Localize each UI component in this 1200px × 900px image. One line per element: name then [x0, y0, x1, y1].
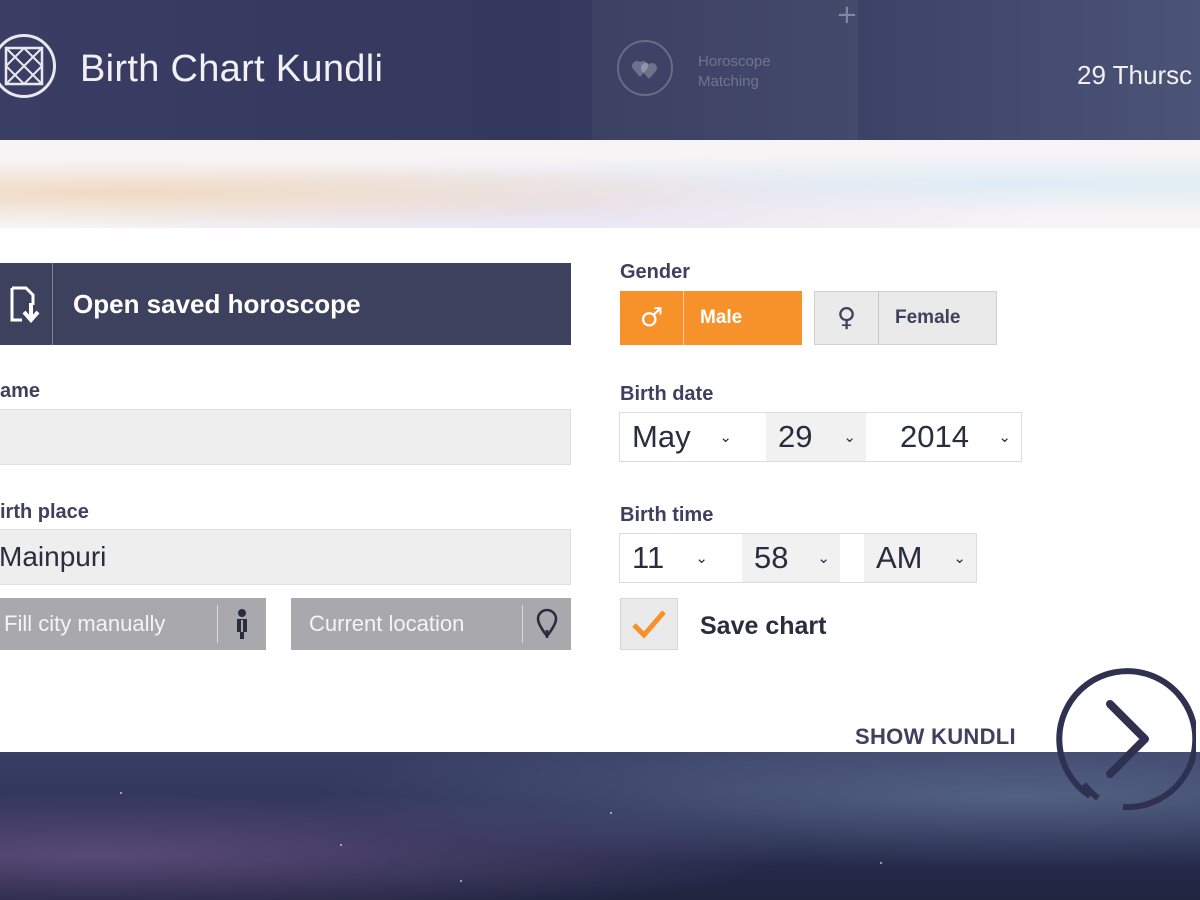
gender-label: Gender [620, 261, 691, 283]
hour-value: 11 [632, 540, 665, 575]
ampm-select[interactable]: AM ⌄ [864, 534, 976, 582]
hour-select[interactable]: 11 ⌄ [620, 534, 718, 582]
arrow-right-circle-icon [1056, 668, 1199, 811]
document-download-icon [0, 263, 53, 345]
fill-city-manually-button[interactable]: Fill city manually [0, 598, 266, 650]
decorative-banner [0, 140, 1200, 228]
ampm-value: AM [876, 540, 923, 575]
male-symbol-icon: ♂ [620, 291, 684, 345]
day-value: 29 [778, 419, 813, 454]
year-select[interactable]: 2014 ⌄ [888, 413, 1021, 461]
save-chart-label: Save chart [700, 612, 827, 640]
kundli-grid-icon [0, 34, 56, 98]
open-saved-horoscope-label: Open saved horoscope [73, 288, 361, 319]
hearts-icon[interactable] [617, 40, 673, 96]
month-value: May [632, 419, 691, 454]
month-select[interactable]: May ⌄ [620, 413, 742, 461]
open-saved-horoscope-button[interactable]: Open saved horoscope [0, 263, 571, 345]
birth-date-label: Birth date [620, 383, 714, 405]
birth-place-label: irth place [0, 501, 89, 523]
day-select[interactable]: 29 ⌄ [766, 413, 866, 461]
plus-icon[interactable]: + [836, 2, 858, 28]
male-button[interactable]: ♂ Male [620, 291, 802, 345]
save-chart-checkbox[interactable] [620, 598, 678, 650]
kundli-form: Open saved horoscope ame irth place Fill… [0, 228, 1200, 752]
app-title: Birth Chart Kundli [80, 48, 384, 90]
chevron-down-icon: ⌄ [843, 428, 856, 446]
location-pin-icon [523, 598, 571, 650]
chevron-down-icon: ⌄ [998, 428, 1011, 446]
person-pin-icon [218, 598, 266, 650]
female-label: Female [895, 307, 961, 328]
chevron-down-icon: ⌄ [953, 549, 966, 567]
background-space [0, 752, 1200, 900]
app-header: Birth Chart Kundli + Horoscope Matching … [0, 0, 1200, 140]
horoscope-matching-label: Horoscope Matching [698, 53, 771, 90]
minute-value: 58 [754, 540, 789, 575]
year-value: 2014 [900, 419, 969, 454]
chevron-down-icon: ⌄ [695, 549, 708, 567]
male-label: Male [700, 307, 743, 328]
name-label: ame [0, 380, 41, 402]
current-location-button[interactable]: Current location [291, 598, 571, 650]
chevron-down-icon: ⌄ [719, 428, 732, 446]
current-location-label: Current location [309, 611, 465, 636]
chevron-down-icon: ⌄ [817, 549, 830, 567]
fill-city-manually-label: Fill city manually [4, 611, 166, 636]
minute-select[interactable]: 58 ⌄ [742, 534, 840, 582]
header-date: 29 Thursc [1077, 60, 1193, 90]
checkmark-icon [632, 610, 666, 639]
name-input[interactable] [0, 409, 571, 465]
birth-time-label: Birth time [620, 504, 714, 526]
show-kundli-button[interactable] [1050, 666, 1199, 812]
birth-place-input[interactable] [0, 529, 571, 585]
female-button[interactable]: ♀ Female [814, 291, 997, 345]
show-kundli-label[interactable]: SHOW KUNDLI [855, 724, 1016, 750]
female-symbol-icon: ♀ [815, 291, 879, 345]
